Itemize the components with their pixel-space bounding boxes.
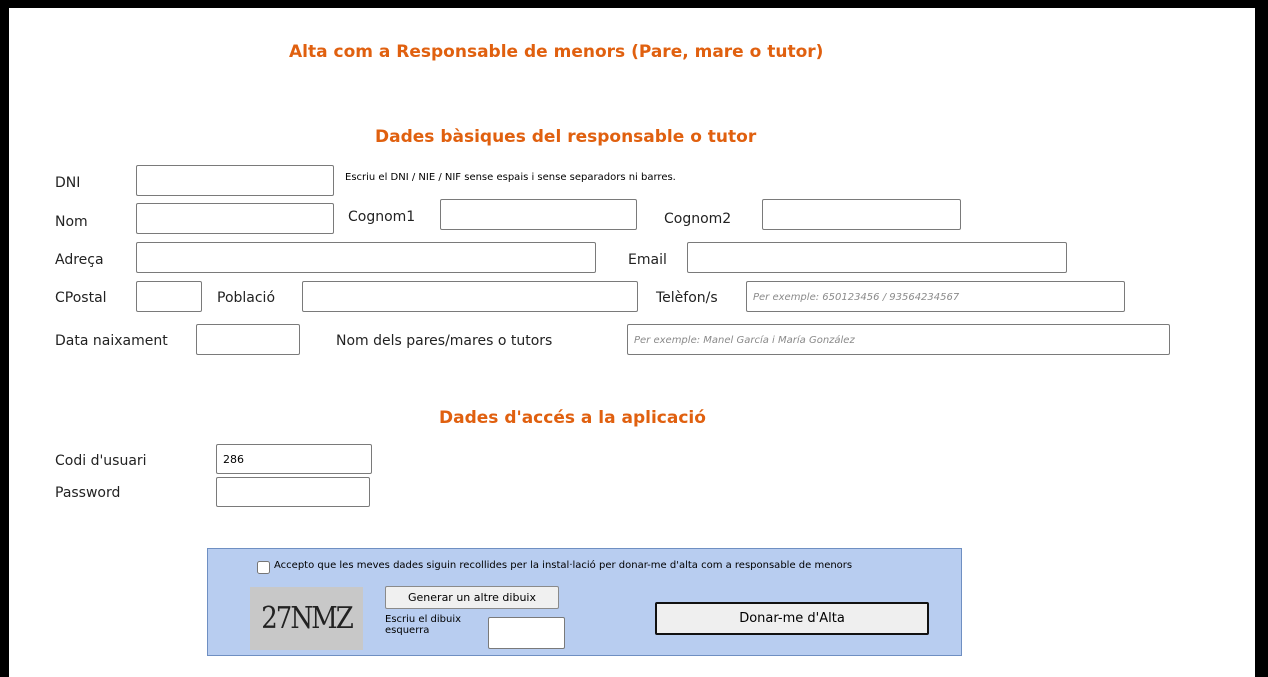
captcha-text: 27NMZ (261, 601, 354, 636)
registration-page: Alta com a Responsable de menors (Pare, … (9, 8, 1255, 677)
email-label: Email (628, 252, 667, 268)
captcha-instruction: Escriu el dibuix esquerra (385, 614, 462, 636)
captcha-image: 27NMZ (250, 587, 363, 650)
dni-label: DNI (55, 175, 81, 191)
adreca-label: Adreça (55, 252, 104, 268)
pares-label: Nom dels pares/mares o tutors (336, 333, 553, 349)
telefon-label: Telèfon/s (656, 290, 718, 306)
consent-checkbox[interactable] (257, 561, 270, 574)
cognom2-input[interactable] (762, 199, 961, 230)
dni-input[interactable] (136, 165, 334, 196)
cpostal-label: CPostal (55, 290, 107, 306)
regenerate-captcha-button[interactable]: Generar un altre dibuix (385, 586, 559, 609)
cognom1-label: Cognom1 (348, 209, 416, 225)
access-section-heading: Dades d'accés a la aplicació (439, 408, 706, 428)
naixement-input[interactable] (196, 324, 300, 355)
submit-register-button[interactable]: Donar-me d'Alta (655, 602, 929, 635)
poblacio-input[interactable] (302, 281, 638, 312)
telefon-input[interactable] (746, 281, 1125, 312)
nom-input[interactable] (136, 203, 334, 234)
poblacio-label: Població (217, 290, 276, 306)
email-input[interactable] (687, 242, 1067, 273)
captcha-input[interactable] (488, 617, 565, 649)
cognom1-input[interactable] (440, 199, 637, 230)
cpostal-input[interactable] (136, 281, 202, 312)
password-input[interactable] (216, 477, 370, 507)
nom-label: Nom (55, 214, 88, 230)
user-code-input[interactable] (216, 444, 372, 474)
pares-input[interactable] (627, 324, 1170, 355)
consent-label: Accepto que les meves dades siguin recol… (274, 560, 853, 571)
dni-note: Escriu el DNI / NIE / NIF sense espais i… (345, 172, 676, 183)
page-title: Alta com a Responsable de menors (Pare, … (289, 42, 824, 62)
password-label: Password (55, 485, 121, 501)
naixement-label: Data naixament (55, 333, 168, 349)
adreca-input[interactable] (136, 242, 596, 273)
cognom2-label: Cognom2 (664, 211, 732, 227)
consent-panel: Accepto que les meves dades siguin recol… (207, 548, 962, 656)
basic-section-heading: Dades bàsiques del responsable o tutor (375, 127, 757, 147)
user-code-label: Codi d'usuari (55, 453, 147, 469)
